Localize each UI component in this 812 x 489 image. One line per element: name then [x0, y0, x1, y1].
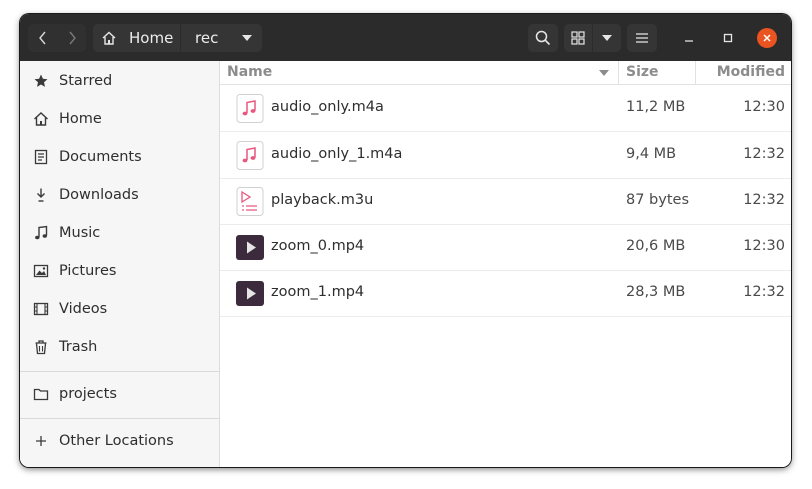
home-icon — [34, 112, 48, 126]
path-segment-current[interactable]: rec — [181, 24, 262, 52]
sidebar-item-label: Music — [59, 225, 101, 241]
sidebar-item-label: Downloads — [59, 187, 139, 203]
sidebar-item-documents[interactable]: Documents — [20, 139, 219, 175]
file-list-view: Name Size Modified audio_only.m4a 11,2 M… — [220, 61, 791, 467]
caret-down-icon — [602, 35, 612, 41]
grid-view-button[interactable] — [564, 24, 593, 52]
search-button[interactable] — [528, 24, 558, 52]
minimize-icon — [685, 40, 693, 42]
navigation-buttons — [28, 24, 86, 52]
file-manager-window: Home rec Starred Home Documents Download… — [20, 14, 791, 467]
chevron-left-icon — [38, 31, 46, 45]
file-row[interactable]: audio_only_1.m4a 9,4 MB 12:32 — [220, 132, 791, 179]
column-divider[interactable] — [695, 61, 696, 84]
file-name: zoom_0.mp4 — [271, 238, 365, 254]
caret-down-icon — [242, 35, 252, 41]
sort-descending-icon[interactable] — [599, 70, 609, 76]
file-name: playback.m3u — [271, 192, 374, 208]
file-modified: 12:32 — [743, 146, 785, 162]
sidebar-item-label: Home — [59, 111, 102, 127]
music-icon — [35, 225, 48, 240]
sidebar-item-starred[interactable]: Starred — [20, 63, 219, 99]
sidebar-item-home[interactable]: Home — [20, 101, 219, 137]
close-button[interactable] — [757, 28, 777, 48]
maximize-button[interactable] — [718, 28, 738, 48]
path-segment-label: Home — [129, 29, 174, 47]
file-modified: 12:32 — [743, 284, 785, 300]
sidebar-item-pictures[interactable]: Pictures — [20, 253, 219, 289]
sidebar-item-other-locations[interactable]: Other Locations — [20, 423, 219, 459]
forward-button[interactable] — [57, 24, 86, 52]
sidebar: Starred Home Documents Downloads Music P… — [20, 61, 220, 467]
column-header-name[interactable]: Name — [227, 64, 272, 80]
file-row[interactable]: audio_only.m4a 11,2 MB 12:30 — [220, 85, 791, 132]
hamburger-menu-icon — [636, 33, 648, 43]
sidebar-item-label: Documents — [59, 149, 142, 165]
star-icon — [34, 74, 48, 87]
sidebar-item-label: Other Locations — [59, 433, 174, 449]
sidebar-item-projects[interactable]: projects — [20, 376, 219, 412]
sidebar-item-downloads[interactable]: Downloads — [20, 177, 219, 213]
sidebar-item-label: Pictures — [59, 263, 117, 279]
document-icon — [34, 149, 48, 165]
audio-file-icon — [236, 141, 264, 170]
file-name: audio_only.m4a — [271, 99, 384, 115]
view-options-group — [564, 24, 621, 52]
back-button[interactable] — [28, 24, 57, 52]
picture-icon — [33, 264, 49, 278]
home-icon — [102, 31, 116, 45]
folder-icon — [33, 388, 49, 401]
file-size: 87 bytes — [626, 192, 690, 208]
search-icon — [535, 30, 551, 46]
column-header-row: Name Size Modified — [220, 61, 791, 85]
sidebar-separator — [20, 418, 219, 419]
video-file-icon — [236, 281, 264, 306]
plus-icon — [36, 436, 46, 446]
column-header-size[interactable]: Size — [626, 64, 659, 80]
playlist-file-icon — [236, 187, 264, 216]
column-header-modified[interactable]: Modified — [717, 64, 785, 80]
sidebar-item-label: Videos — [59, 301, 108, 317]
video-file-icon — [236, 235, 264, 260]
file-name: audio_only_1.m4a — [271, 146, 403, 162]
sidebar-item-trash[interactable]: Trash — [20, 329, 219, 365]
file-size: 28,3 MB — [626, 284, 686, 300]
minimize-button[interactable] — [679, 28, 699, 48]
trash-icon — [35, 340, 47, 355]
header-bar: Home rec — [20, 14, 791, 61]
grid-icon — [571, 31, 585, 45]
download-icon — [37, 188, 45, 202]
file-size: 20,6 MB — [626, 238, 686, 254]
file-modified: 12:30 — [743, 99, 785, 115]
file-row[interactable]: zoom_0.mp4 20,6 MB 12:30 — [220, 224, 791, 271]
sidebar-separator — [20, 371, 219, 372]
file-size: 11,2 MB — [626, 99, 686, 115]
column-divider[interactable] — [618, 61, 619, 84]
file-modified: 12:32 — [743, 192, 785, 208]
audio-file-icon — [236, 94, 264, 123]
close-icon — [763, 34, 771, 42]
sidebar-item-music[interactable]: Music — [20, 215, 219, 251]
sidebar-item-label: Starred — [59, 73, 113, 89]
video-icon — [33, 302, 49, 316]
sidebar-item-label: Trash — [59, 339, 98, 355]
view-options-dropdown[interactable] — [593, 24, 621, 52]
sidebar-item-label: projects — [59, 386, 117, 402]
maximize-icon — [723, 33, 733, 43]
file-row[interactable]: playback.m3u 87 bytes 12:32 — [220, 178, 791, 225]
file-modified: 12:30 — [743, 238, 785, 254]
menu-button[interactable] — [627, 24, 657, 52]
file-row[interactable]: zoom_1.mp4 28,3 MB 12:32 — [220, 270, 791, 317]
path-segment-home[interactable]: Home — [93, 24, 181, 52]
path-segment-label: rec — [195, 29, 219, 47]
file-size: 9,4 MB — [626, 146, 677, 162]
sidebar-item-videos[interactable]: Videos — [20, 291, 219, 327]
chevron-right-icon — [68, 31, 76, 45]
file-name: zoom_1.mp4 — [271, 284, 365, 300]
path-bar: Home rec — [93, 24, 262, 52]
